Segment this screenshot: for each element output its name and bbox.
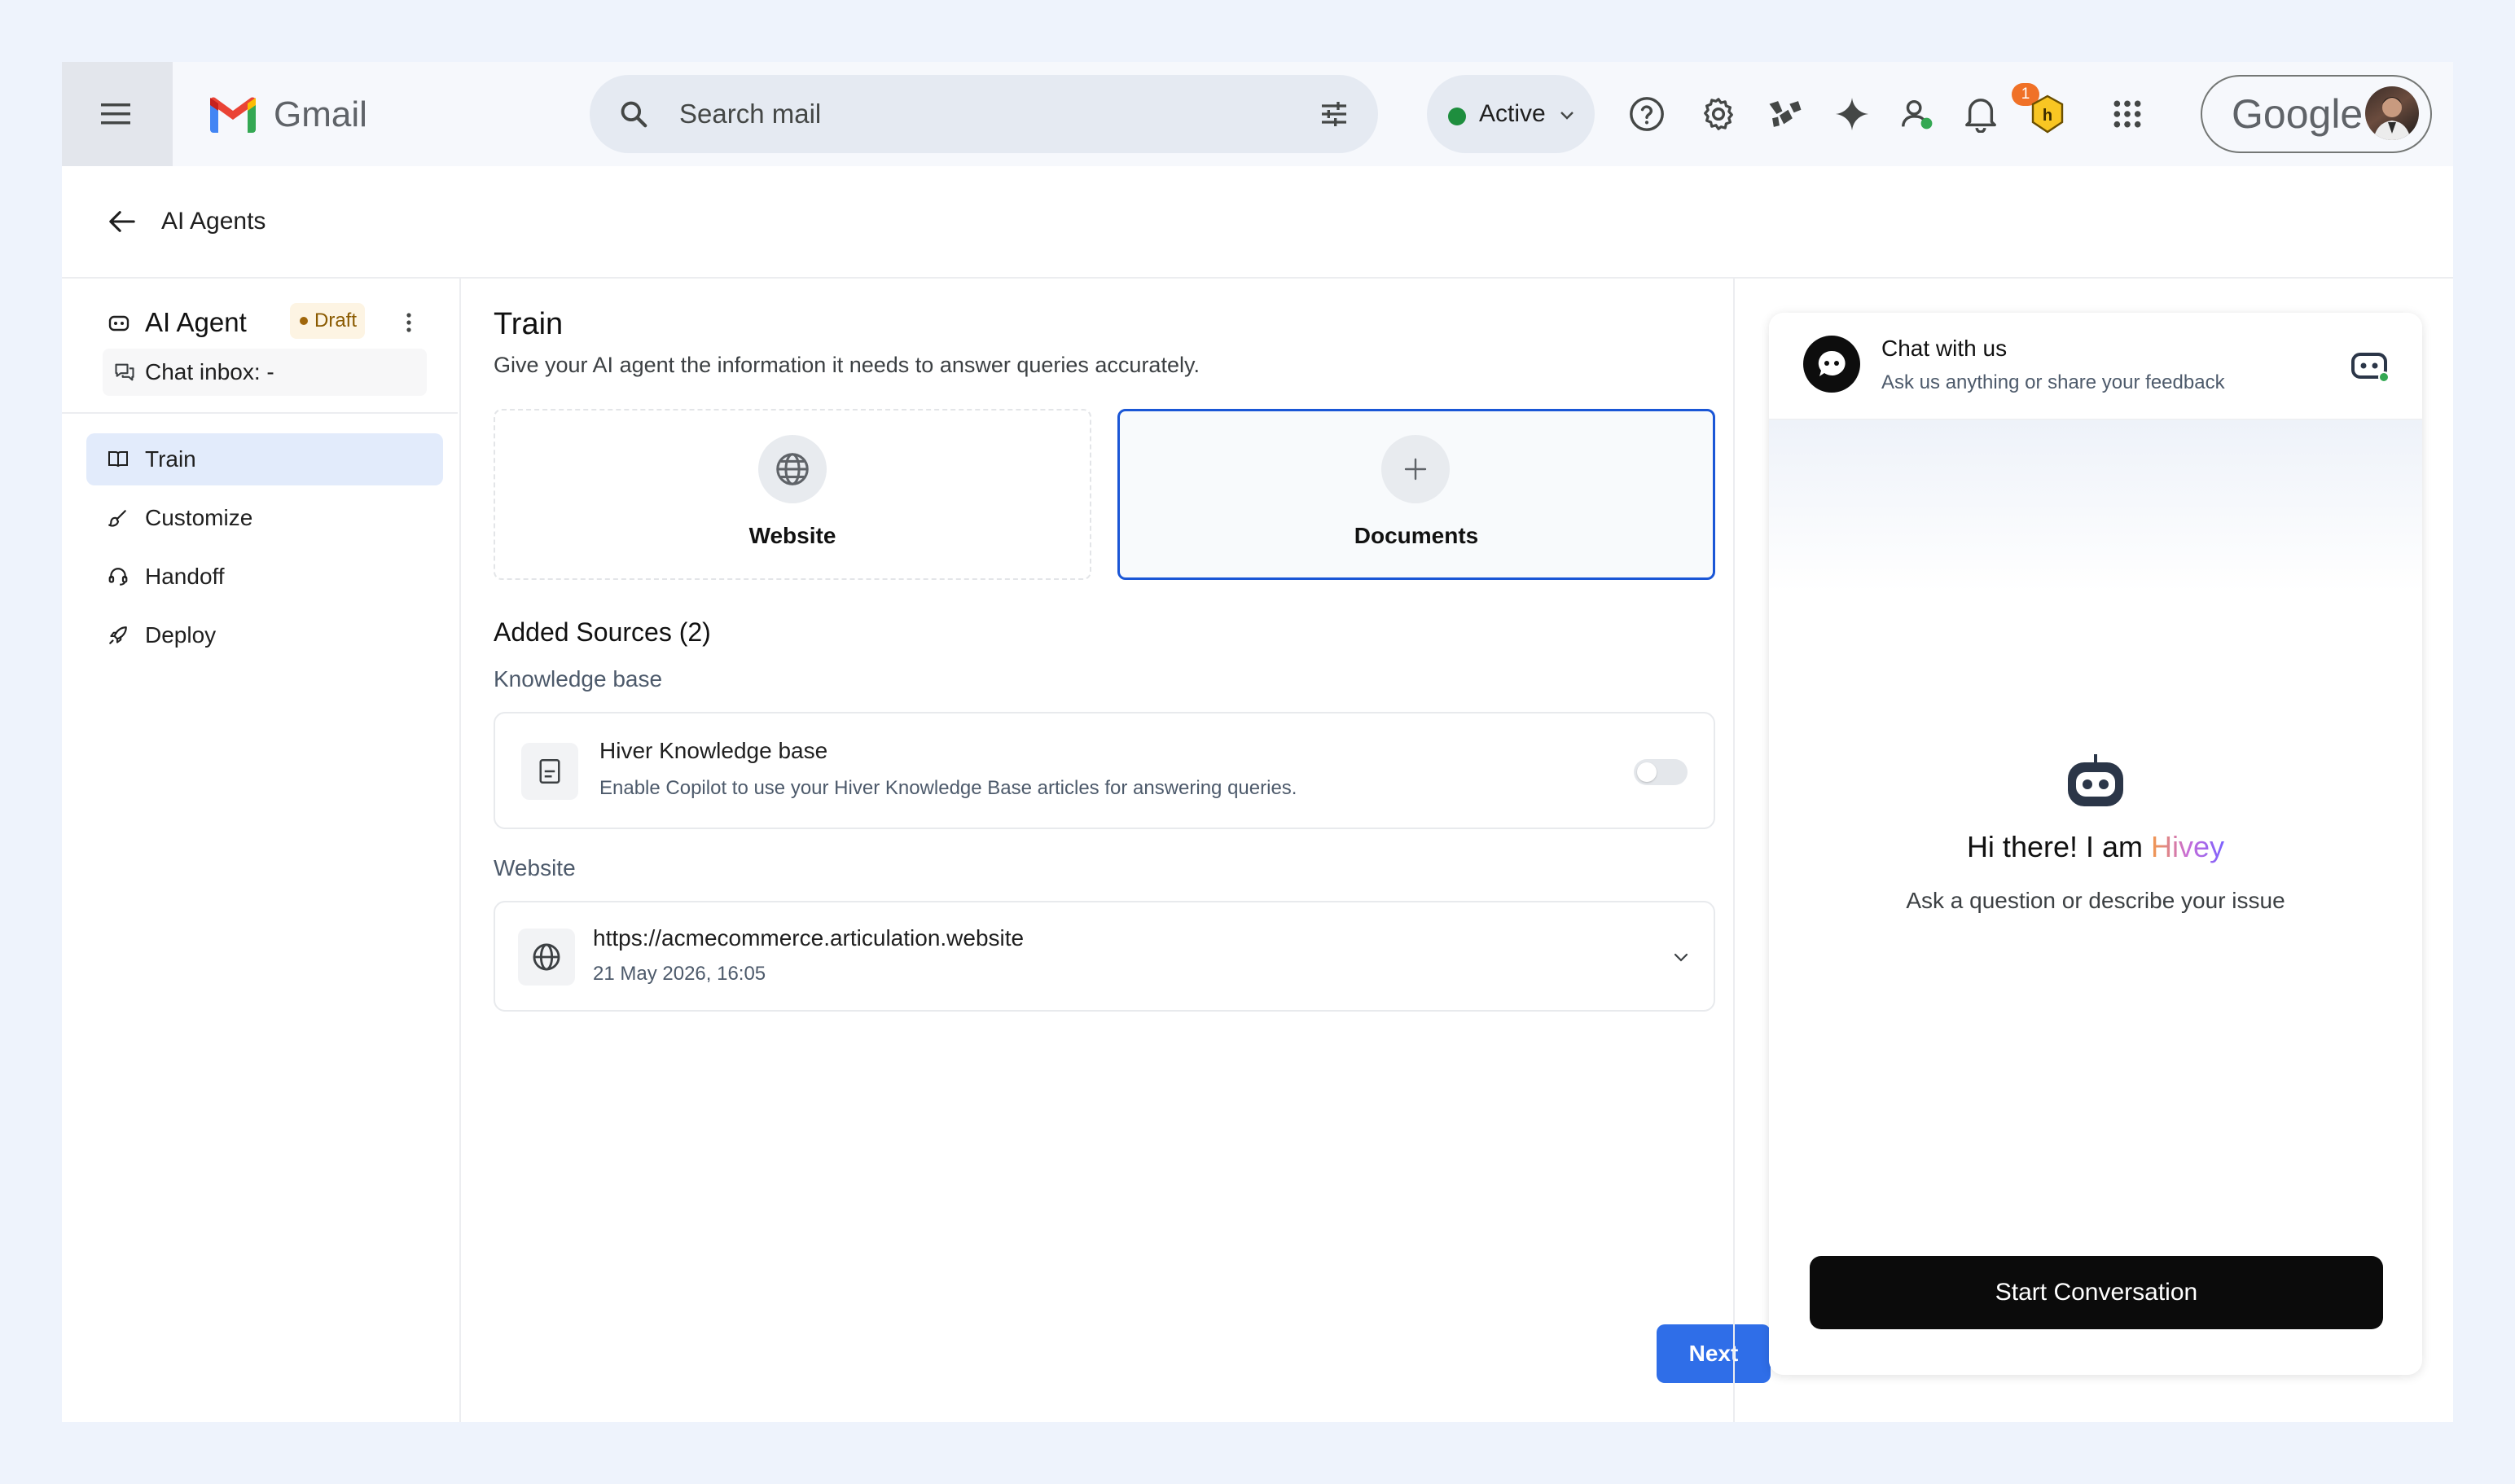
chat-widget-preview: Hi there! I am Hivey Ask a question or d…: [1769, 313, 2422, 1375]
greeting-prefix: Hi there! I am: [1966, 830, 2152, 863]
sidebar-item-train[interactable]: Train: [86, 433, 443, 485]
rocket-icon: [106, 623, 130, 648]
headset-icon: [106, 564, 130, 589]
bot-name: Hivey: [2151, 830, 2225, 863]
sidebar-item-deploy[interactable]: Deploy: [86, 609, 443, 661]
google-account-button[interactable]: Google: [2201, 75, 2432, 153]
bot-icon: [2063, 753, 2128, 810]
chat-inbox-selector[interactable]: Chat inbox: -: [103, 349, 427, 396]
chevron-down-icon[interactable]: [1665, 942, 1697, 974]
knowledge-base-toggle[interactable]: [1634, 759, 1688, 785]
plus-icon: [1381, 435, 1450, 503]
status-label: Active: [1479, 100, 1546, 127]
add-documents-card[interactable]: Documents: [1117, 409, 1715, 580]
sidebar-item-customize[interactable]: Customize: [86, 492, 443, 544]
globe-icon: [518, 929, 575, 986]
sidebar-item-handoff[interactable]: Handoff: [86, 551, 443, 603]
knowledge-base-section-label: Knowledge base: [494, 666, 663, 692]
svg-text:h: h: [2043, 107, 2052, 125]
gmail-wordmark: Gmail: [274, 94, 367, 134]
gmail-top-bar: Gmail Search mail Active 1 h Google: [62, 62, 2453, 166]
start-conversation-button[interactable]: Start Conversation: [1810, 1256, 2383, 1329]
status-dot: [1448, 108, 1466, 125]
chat-bubbles-icon: [112, 360, 137, 384]
added-sources-title: Added Sources (2): [494, 617, 711, 647]
website-date: 21 May 2026, 16:05: [593, 963, 766, 985]
contacts-status-icon[interactable]: [1885, 81, 1950, 147]
gmail-m-icon: [210, 97, 256, 133]
card-label: Documents: [1354, 523, 1479, 548]
search-options-icon[interactable]: [1315, 94, 1354, 134]
bot-online-icon: [2347, 345, 2393, 386]
brush-icon: [106, 506, 130, 530]
knowledge-base-title: Hiver Knowledge base: [599, 738, 828, 763]
globe-icon: [758, 435, 827, 503]
chat-subtitle: Ask us anything or share your feedback: [1881, 371, 2225, 393]
knowledge-base-description: Enable Copilot to use your Hiver Knowled…: [599, 777, 1297, 799]
bot-icon: [104, 308, 134, 337]
google-wordmark: Google: [2232, 91, 2364, 137]
apps-grid-icon[interactable]: [2095, 81, 2160, 147]
page-title: AI Agents: [161, 208, 266, 235]
sidebar-item-label: Handoff: [145, 564, 225, 589]
sidebar-item-label: Deploy: [145, 622, 217, 648]
chat-logo-icon: [1803, 336, 1860, 393]
chat-header: Chat with us Ask us anything or share yo…: [1769, 313, 2422, 420]
main-menu-button[interactable]: [62, 62, 173, 166]
extension-shield-icon[interactable]: h: [2015, 81, 2080, 147]
chat-greeting: Hi there! I am Hivey: [1769, 828, 2422, 867]
add-website-card[interactable]: Website: [494, 409, 1091, 580]
chat-prompt: Ask a question or describe your issue: [1906, 888, 2285, 913]
draft-dot: [300, 317, 308, 325]
back-arrow-icon[interactable]: [103, 202, 142, 241]
document-icon: [521, 743, 578, 800]
toggle-knob: [1637, 762, 1657, 782]
more-options-icon[interactable]: [394, 306, 424, 339]
hiver-extension-icon[interactable]: [1753, 81, 1818, 147]
sidebar-item-label: Customize: [145, 505, 253, 530]
train-main: Train Give your AI agent the information…: [494, 279, 1771, 1422]
chat-inbox-label: Chat inbox: -: [145, 359, 274, 384]
chat-body: Hi there! I am Hivey Ask a question or d…: [1769, 420, 2422, 1375]
section-title: Train: [494, 307, 564, 341]
website-url: https://acmecommerce.articulation.websit…: [593, 925, 1025, 951]
settings-gear-icon[interactable]: [1686, 81, 1751, 147]
book-icon: [106, 447, 130, 472]
search-icon[interactable]: [614, 94, 653, 134]
next-button[interactable]: Next: [1657, 1324, 1771, 1383]
website-source-row[interactable]: https://acmecommerce.articulation.websit…: [494, 901, 1715, 1012]
search-bar[interactable]: Search mail: [590, 75, 1378, 153]
page-header: AI Agents: [62, 166, 2453, 279]
sparkle-icon[interactable]: [1819, 81, 1885, 147]
search-input[interactable]: Search mail: [679, 75, 821, 153]
section-subtitle: Give your AI agent the information it ne…: [494, 353, 1200, 377]
preview-divider: [1733, 279, 1735, 1422]
card-label: Website: [748, 523, 836, 548]
notifications-bell-icon[interactable]: [1948, 81, 2013, 147]
help-icon[interactable]: [1614, 81, 1679, 147]
agent-sidebar: AI Agent Draft Chat inbox: - Train Custo…: [62, 279, 461, 1422]
status-badge-label: Draft: [314, 310, 358, 331]
sidebar-divider: [62, 412, 458, 414]
status-badge: Draft: [290, 303, 366, 339]
gmail-logo[interactable]: Gmail: [207, 86, 367, 143]
avatar: [2365, 86, 2419, 140]
knowledge-base-source-row: Hiver Knowledge base Enable Copilot to u…: [494, 712, 1715, 829]
hamburger-menu-icon: [101, 103, 130, 125]
website-section-label: Website: [494, 855, 576, 880]
chat-title: Chat with us: [1881, 336, 2008, 361]
ai-agents-panel: AI Agents AI Agent Draft Chat inbox: - T…: [62, 166, 2453, 1422]
chevron-down-icon: [1557, 106, 1577, 125]
sidebar-item-label: Train: [145, 446, 196, 472]
agent-name: AI Agent: [145, 307, 247, 337]
status-dropdown[interactable]: Active: [1427, 75, 1595, 153]
